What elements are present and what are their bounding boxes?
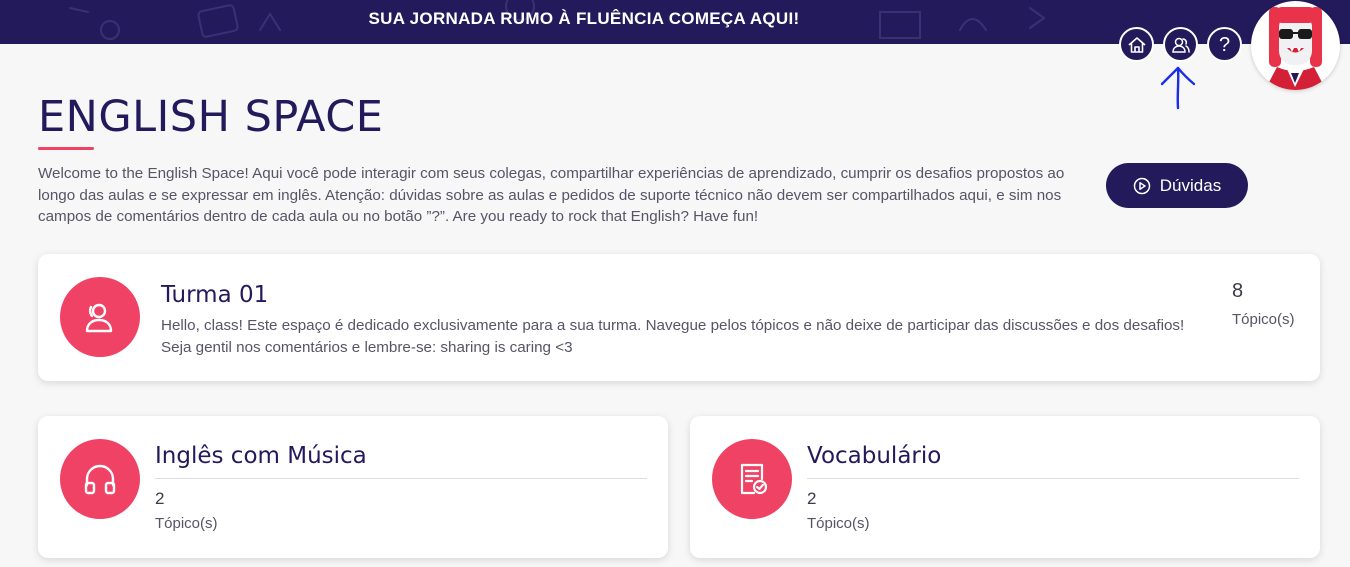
space-topic-count: 2 xyxy=(807,489,817,508)
turma-card[interactable]: Turma 01 Hello, class! Este espaço é ded… xyxy=(38,254,1320,381)
home-icon xyxy=(1127,36,1146,53)
space-card-musica[interactable]: Inglês com Música 2 Tópico(s) xyxy=(38,416,668,558)
space-title: Inglês com Música xyxy=(155,443,367,469)
headphones-icon xyxy=(84,464,116,495)
space-topic-count: 2 xyxy=(155,489,165,508)
play-circle-icon xyxy=(1133,177,1151,194)
user-avatar[interactable] xyxy=(1251,1,1340,90)
vocabulario-icon-badge xyxy=(712,439,792,519)
musica-icon-badge xyxy=(60,439,140,519)
duvidas-button-label: Dúvidas xyxy=(1159,175,1222,195)
title-underline xyxy=(38,147,94,150)
page-title: ENGLISH SPACE xyxy=(38,92,384,142)
divider xyxy=(155,478,647,479)
duvidas-button[interactable]: Dúvidas xyxy=(1106,163,1248,208)
header-icon-bar: ? xyxy=(1119,27,1242,62)
annotation-arrow-icon xyxy=(1160,66,1196,110)
turma-topic-count: 8 xyxy=(1232,280,1244,302)
turma-topic-count-label: Tópico(s) xyxy=(1232,311,1295,328)
help-button[interactable]: ? xyxy=(1207,27,1242,62)
user-group-icon xyxy=(85,303,113,333)
turma-title: Turma 01 xyxy=(161,282,269,308)
space-card-vocabulario[interactable]: Vocabulário 2 Tópico(s) xyxy=(690,416,1320,558)
space-topic-count-label: Tópico(s) xyxy=(807,515,870,532)
divider xyxy=(807,478,1299,479)
user-group-icon xyxy=(1171,37,1190,53)
document-check-icon xyxy=(740,463,768,495)
turma-icon-badge xyxy=(60,277,140,357)
space-title: Vocabulário xyxy=(807,443,942,469)
turma-description: Hello, class! Este espaço é dedicado exc… xyxy=(161,317,1185,356)
home-button[interactable] xyxy=(1119,27,1154,62)
vampire-avatar-icon xyxy=(1265,7,1326,90)
help-icon: ? xyxy=(1218,33,1231,56)
intro-paragraph: Welcome to the English Space! Aqui você … xyxy=(38,165,1065,225)
space-topic-count-label: Tópico(s) xyxy=(155,515,218,532)
banner-headline: SUA JORNADA RUMO À FLUÊNCIA COMEÇA AQUI! xyxy=(368,9,800,28)
community-button[interactable] xyxy=(1163,27,1198,62)
